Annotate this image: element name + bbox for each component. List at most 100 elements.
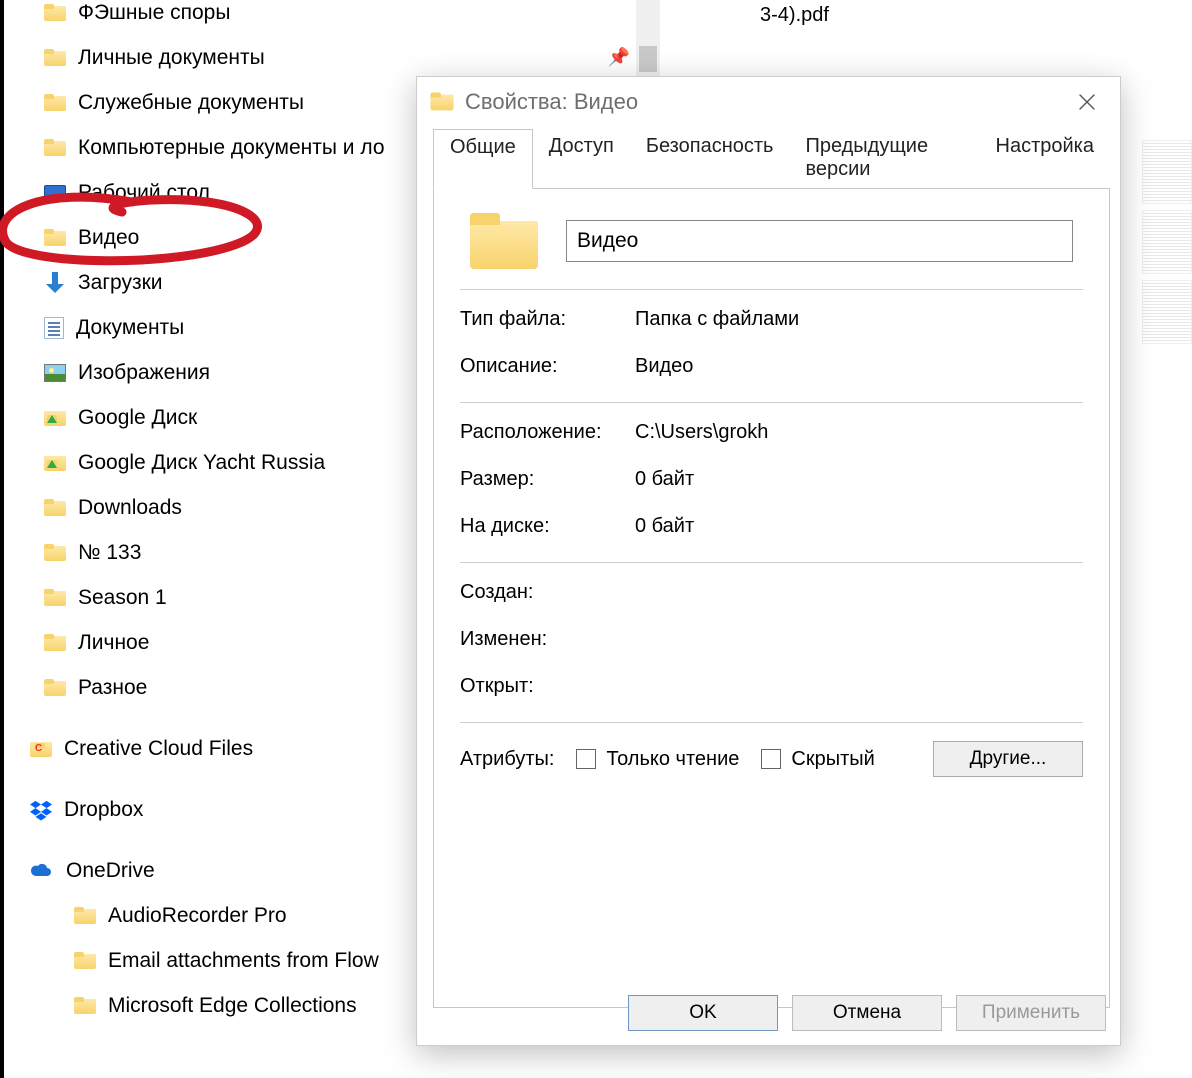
tree-item[interactable]: Google Диск Yacht Russia — [30, 440, 410, 485]
apply-button[interactable]: Применить — [956, 995, 1106, 1031]
folder-icon — [44, 499, 66, 517]
label-modified: Изменен: — [460, 628, 635, 651]
label-location: Расположение: — [460, 421, 635, 444]
folder-name-input[interactable] — [566, 220, 1073, 262]
close-button[interactable] — [1064, 85, 1110, 119]
tree-item-desktop[interactable]: Рабочий стол — [30, 170, 410, 215]
folder-icon — [74, 952, 96, 970]
tree-label: Google Диск Yacht Russia — [78, 451, 325, 475]
folder-icon — [44, 94, 66, 112]
label-attributes: Атрибуты: — [460, 748, 554, 771]
tree-item[interactable]: Microsoft Edge Collections — [30, 983, 410, 1028]
tree-item[interactable]: AudioRecorder Pro — [30, 893, 410, 938]
value-desc: Видео — [635, 355, 693, 378]
tree-item[interactable]: Служебные документы — [30, 80, 410, 125]
tree-item[interactable]: Email attachments from Flow — [30, 938, 410, 983]
checkbox-hidden[interactable]: Скрытый — [761, 748, 874, 771]
folder-large-icon — [470, 213, 538, 269]
tree-item-documents[interactable]: Документы — [30, 305, 410, 350]
tree-label: Google Диск — [78, 406, 197, 430]
ok-button[interactable]: OK — [628, 995, 778, 1031]
value-size: 0 байт — [635, 468, 694, 491]
dialog-title: Свойства: Видео — [465, 89, 638, 115]
folder-icon — [44, 634, 66, 652]
pictures-icon — [44, 364, 66, 382]
tree-item[interactable]: Личное — [30, 620, 410, 665]
separator — [460, 289, 1083, 290]
tree-label: Документы — [76, 316, 184, 340]
tree-item[interactable]: Компьютерные документы и ло — [30, 125, 410, 170]
tree-item[interactable]: Season 1 — [30, 575, 410, 620]
dialog-tab-body: Тип файла:Папка с файлами Описание:Видео… — [433, 188, 1110, 1008]
label-desc: Описание: — [460, 355, 635, 378]
other-attributes-button[interactable]: Другие... — [933, 741, 1083, 777]
pin-icon: 📌 — [608, 47, 630, 68]
tree-label: ФЭшные споры — [78, 1, 230, 25]
tab-security[interactable]: Безопасность — [630, 129, 790, 189]
scrollbar[interactable] — [636, 0, 660, 78]
value-type: Папка с файлами — [635, 308, 799, 331]
tree-label: Email attachments from Flow — [108, 949, 379, 973]
tree-item[interactable]: Разное — [30, 665, 410, 710]
tab-customize[interactable]: Настройка — [980, 129, 1110, 189]
tree-label: Видео — [78, 226, 139, 250]
checkbox-readonly[interactable]: Только чтение — [576, 748, 739, 771]
folder-icon — [44, 4, 66, 22]
scrollbar-thumb[interactable] — [639, 46, 657, 72]
tree-item-cc[interactable]: Creative Cloud Files — [30, 726, 410, 771]
tree-label: Dropbox — [64, 798, 143, 822]
tree-item-pictures[interactable]: Изображения — [30, 350, 410, 395]
tree-item[interactable]: Google Диск — [30, 395, 410, 440]
checkbox-label: Только чтение — [606, 748, 739, 771]
file-name-fragment: 3-4).pdf — [760, 4, 829, 27]
separator — [460, 402, 1083, 403]
tree-item-dropbox[interactable]: Dropbox — [30, 787, 410, 832]
label-opened: Открыт: — [460, 675, 635, 698]
tree-label: Изображения — [78, 361, 210, 385]
folder-icon — [74, 997, 96, 1015]
tab-general[interactable]: Общие — [433, 129, 533, 189]
tree-item-downloads[interactable]: Загрузки — [30, 260, 410, 305]
desktop-icon — [44, 185, 66, 201]
tree-item[interactable]: Downloads — [30, 485, 410, 530]
checkbox-box[interactable] — [576, 749, 596, 769]
value-location: C:\Users\grokh — [635, 421, 768, 444]
tree-label: Season 1 — [78, 586, 167, 610]
folder-icon — [44, 544, 66, 562]
tree-label: Creative Cloud Files — [64, 737, 253, 761]
tree-label: AudioRecorder Pro — [108, 904, 287, 928]
folder-icon — [44, 49, 66, 67]
tree-item-video[interactable]: Видео — [30, 215, 410, 260]
folder-icon — [44, 589, 66, 607]
cancel-button[interactable]: Отмена — [792, 995, 942, 1031]
tree-item[interactable]: № 133 — [30, 530, 410, 575]
tab-prev-versions[interactable]: Предыдущие версии — [789, 129, 979, 189]
dropbox-icon — [30, 799, 52, 821]
value-ondisk: 0 байт — [635, 515, 694, 538]
folder-icon — [44, 229, 66, 247]
checkbox-label: Скрытый — [791, 748, 874, 771]
tree-label: Downloads — [78, 496, 182, 520]
folder-icon — [430, 93, 453, 112]
folder-icon — [44, 139, 66, 157]
tree-label: Служебные документы — [78, 91, 304, 115]
dialog-titlebar[interactable]: Свойства: Видео — [417, 77, 1120, 127]
separator — [460, 562, 1083, 563]
properties-dialog: Свойства: Видео Общие Доступ Безопасност… — [416, 76, 1121, 1046]
tab-sharing[interactable]: Доступ — [533, 129, 630, 189]
download-icon — [44, 272, 66, 294]
dialog-tabs: Общие Доступ Безопасность Предыдущие вер… — [433, 129, 1110, 189]
tree-label: Загрузки — [78, 271, 163, 295]
tree-item[interactable]: Личные документы📌 — [30, 35, 410, 80]
tree-item-onedrive[interactable]: OneDrive — [30, 848, 410, 893]
label-type: Тип файла: — [460, 308, 635, 331]
onedrive-icon — [30, 862, 54, 880]
tree-label: Разное — [78, 676, 147, 700]
folder-tree: ФЭшные споры Личные документы📌 Служебные… — [30, 0, 410, 1028]
tree-label: Компьютерные документы и ло — [78, 136, 385, 160]
separator — [460, 722, 1083, 723]
checkbox-box[interactable] — [761, 749, 781, 769]
folder-icon — [44, 679, 66, 697]
tree-label: Microsoft Edge Collections — [108, 994, 357, 1018]
tree-item[interactable]: ФЭшные споры — [30, 0, 410, 35]
